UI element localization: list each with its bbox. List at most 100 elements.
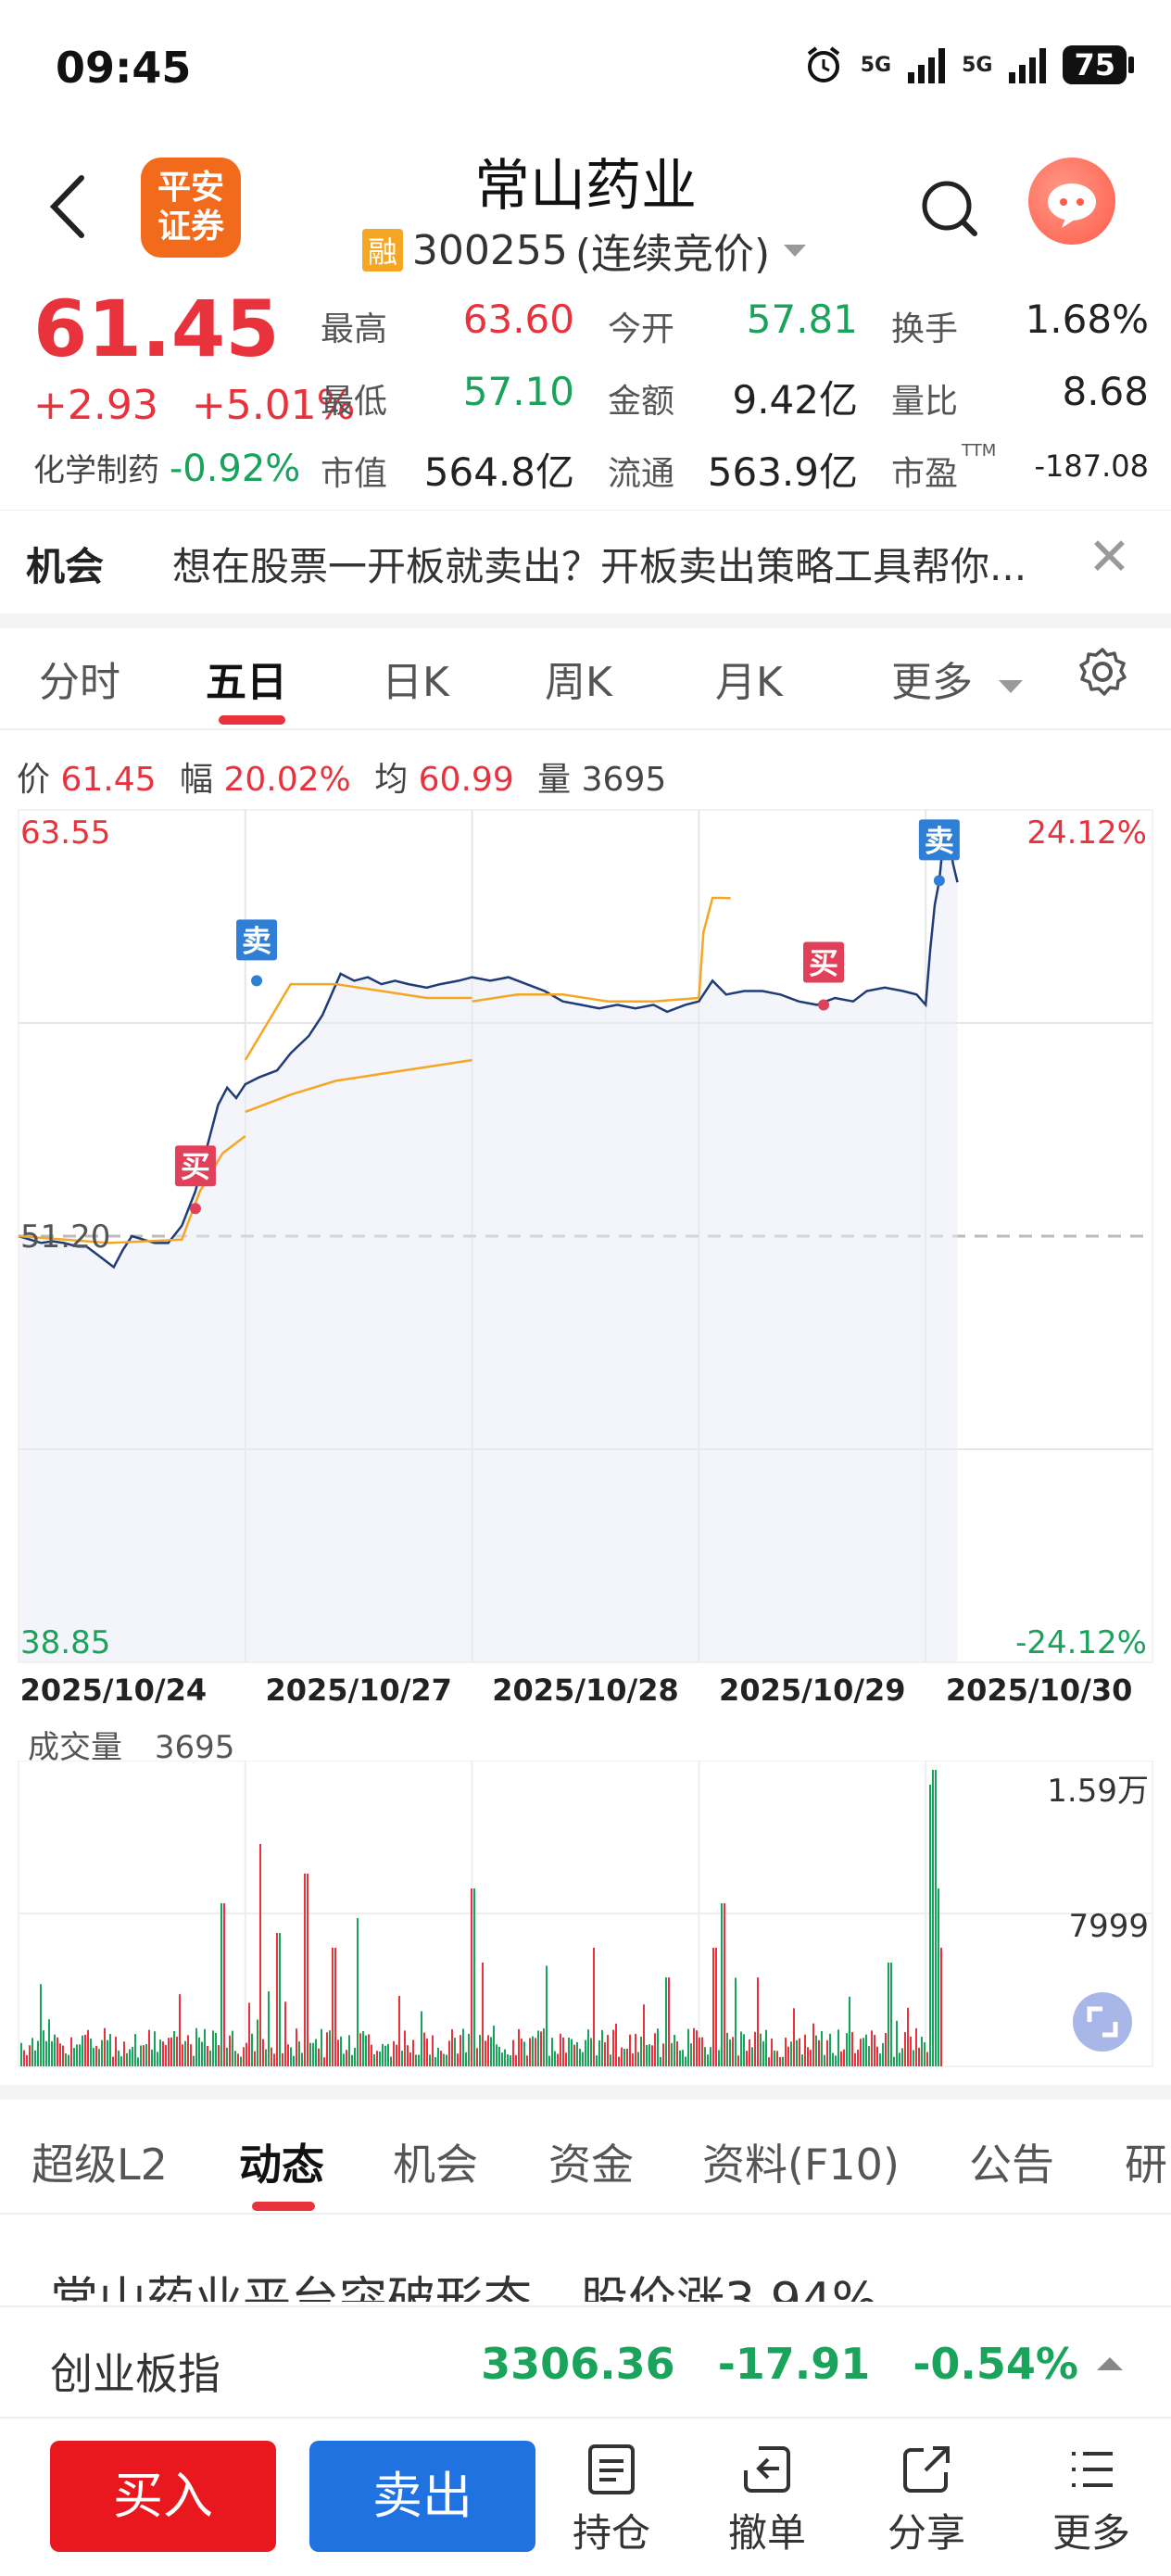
volume-bar [518, 2028, 520, 2066]
tab-monthly-k[interactable]: 月K [715, 649, 783, 708]
volume-bar [868, 2046, 870, 2066]
share-icon [903, 2446, 950, 2493]
volume-bar [460, 2035, 461, 2066]
volume-bar [204, 2028, 206, 2066]
volume-bar [796, 2039, 798, 2066]
tab-daily-k[interactable]: 日K [382, 649, 449, 708]
tab-f10[interactable]: 资料(F10) [702, 2131, 900, 2192]
volume-bar [582, 2052, 584, 2066]
more-button[interactable]: 更多 [1036, 2443, 1147, 2558]
volume-bar [571, 2039, 573, 2066]
volume-bar [760, 2033, 762, 2066]
volume-bar [929, 1785, 931, 2066]
volume-bar [323, 2057, 325, 2066]
volume-bar [826, 2039, 828, 2066]
volume-bar [632, 2053, 634, 2066]
volume-bar [496, 2044, 497, 2066]
tab-five-day[interactable]: 五日 [206, 649, 287, 708]
assistant-avatar[interactable] [1028, 158, 1115, 245]
fullscreen-bg [1073, 1992, 1132, 2052]
volume-bar [276, 1933, 278, 2066]
tab-weekly-k[interactable]: 周K [545, 649, 612, 708]
gear-icon[interactable] [1077, 646, 1128, 698]
y-tick-prev-close: 51.20 [20, 1219, 110, 1256]
marker-dot [251, 975, 263, 987]
crosshair-info: 价 61.45 幅 20.02% 均 60.99 量 3695 [17, 752, 666, 801]
x-tick-label: 2025/10/27 [265, 1673, 452, 1705]
volume-bar [468, 2033, 470, 2066]
volume-bar [596, 2055, 598, 2066]
info-vol: 3695 [581, 761, 667, 799]
volume-bar [874, 2034, 875, 2066]
tab-funds[interactable]: 资金 [548, 2131, 634, 2192]
quote-label: 最高 [321, 310, 388, 348]
index-name: 创业板指 [50, 2349, 220, 2399]
volume-bar [579, 2049, 581, 2066]
volume-bar [904, 2032, 906, 2066]
tab-research[interactable]: 研 [1125, 2131, 1167, 2192]
volume-chart[interactable]: 1.59万 7999 [0, 1761, 1171, 2076]
tab-news[interactable]: 动态 [239, 2131, 324, 2192]
volume-bar [134, 2034, 136, 2066]
volume-bar [601, 2029, 603, 2066]
volume-bar [393, 2040, 395, 2066]
volume-bar [512, 2039, 514, 2066]
volume-bar [785, 2038, 787, 2066]
volume-bar [157, 2052, 158, 2066]
volume-bar [140, 2045, 142, 2066]
volume-bar [282, 2052, 283, 2066]
cancel-order-label: 撤单 [727, 2510, 806, 2556]
tab-announcements[interactable]: 公告 [969, 2131, 1054, 2192]
sell-button[interactable]: 卖出 [309, 2441, 535, 2552]
volume-bar [476, 2048, 478, 2066]
expand-caret-icon[interactable] [1097, 2357, 1123, 2370]
search-icon[interactable] [917, 176, 982, 241]
volume-bar [682, 2050, 684, 2066]
tab-super-l2[interactable]: 超级L2 [31, 2131, 168, 2192]
volume-bar [635, 2033, 636, 2066]
volume-bar [810, 2050, 812, 2066]
fullscreen-icon[interactable] [1073, 1992, 1132, 2052]
volume-bar [604, 2042, 606, 2066]
volume-bar [443, 2053, 445, 2066]
volume-bar [712, 1948, 714, 2066]
volume-bar [671, 2042, 673, 2066]
share-label: 分享 [887, 2510, 965, 2556]
volume-bar [198, 2037, 200, 2066]
share-button[interactable]: 分享 [871, 2443, 982, 2558]
volume-bar [849, 1996, 850, 2066]
volume-bar [401, 2051, 403, 2066]
tab-more[interactable]: 更多 [891, 649, 1025, 708]
volume-bar [790, 2041, 792, 2066]
holdings-button[interactable]: 持仓 [556, 2443, 667, 2558]
volume-bar [259, 1844, 261, 2066]
stock-code-selector[interactable]: 融 300255 (连续竞价) [0, 221, 1171, 280]
volume-bar [504, 2049, 506, 2066]
sector-change[interactable]: 化学制药 -0.92% [33, 445, 300, 490]
volume-bar [351, 2054, 353, 2066]
volume-bar [109, 2034, 111, 2066]
volume-bar [268, 1990, 270, 2066]
buy-button[interactable]: 买入 [50, 2441, 276, 2552]
volume-bar [526, 2055, 528, 2066]
volume-bar [37, 2040, 39, 2066]
volume-bar [882, 2042, 884, 2066]
volume-bar [170, 2037, 172, 2066]
volume-bar [832, 2052, 834, 2066]
news-headline[interactable]: 常山药业平台突破形态，股价涨3.94% [50, 2261, 1162, 2302]
banner-text[interactable]: 想在股票一开板就卖出？开板卖出策略工具帮你... [172, 536, 1080, 592]
tab-opportunity[interactable]: 机会 [393, 2131, 478, 2192]
volume-bar [357, 1918, 359, 2066]
active-tab-indicator [219, 715, 285, 725]
volume-bar [309, 2042, 311, 2066]
price-chart[interactable]: 买 卖买 卖 63.55 51.20 38.85 24.12% -24.12% 2025/10/… [0, 797, 1171, 1705]
close-icon[interactable]: ✕ [1088, 532, 1131, 584]
tab-intraday[interactable]: 分时 [39, 649, 120, 708]
volume-bar [229, 2035, 231, 2066]
volume-bar [829, 2033, 831, 2066]
volume-bar [70, 2037, 72, 2066]
volume-bar [365, 2035, 367, 2066]
volume-bar [215, 2032, 217, 2066]
cancel-order-button[interactable]: 撤单 [711, 2443, 823, 2558]
volume-bar [926, 2052, 928, 2066]
